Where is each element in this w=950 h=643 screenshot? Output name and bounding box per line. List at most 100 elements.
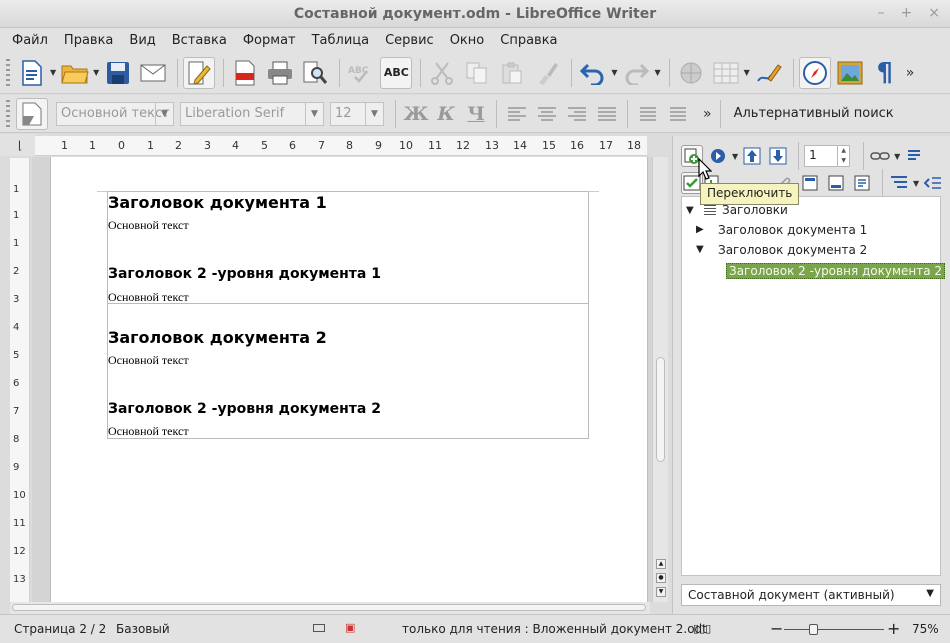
chevron-down-icon[interactable]: ▼ (611, 68, 617, 77)
save-button[interactable] (102, 57, 134, 89)
font-size-select[interactable]: 12 ▼ (330, 101, 384, 126)
tree-node-document-2[interactable]: Заголовок документа 2 (718, 243, 867, 257)
bullets-button[interactable] (663, 100, 693, 128)
chevron-down-icon[interactable]: ▼ (744, 68, 750, 77)
page-style[interactable]: Базовый (116, 622, 170, 636)
zoom-slider-knob[interactable] (809, 624, 818, 635)
header-button[interactable] (799, 172, 821, 194)
menu-window[interactable]: Окно (442, 33, 493, 48)
previous-item-button[interactable] (741, 145, 763, 167)
collapse-icon[interactable]: ▼ (686, 205, 694, 216)
page-number-spinner[interactable]: 1 ▲ ▼ (804, 145, 851, 167)
modified-icon[interactable]: ▣ (345, 621, 355, 634)
new-document-button[interactable] (16, 57, 48, 89)
collapse-icon[interactable]: ▼ (696, 244, 704, 255)
vertical-ruler[interactable]: 1 1 1 2 3 4 5 6 7 8 9 10 11 12 13 (10, 158, 30, 602)
align-left-button[interactable] (502, 100, 532, 128)
next-item-button[interactable] (767, 145, 789, 167)
clone-formatting-button[interactable] (531, 57, 563, 89)
chevron-down-icon[interactable]: ▼ (305, 102, 323, 125)
maximize-button[interactable]: + (901, 5, 913, 21)
paragraph-style-select[interactable]: Основной текст ▼ (56, 101, 174, 126)
list-box-button[interactable] (903, 145, 925, 167)
insert-table-button[interactable] (710, 57, 742, 89)
redo-button[interactable] (620, 57, 652, 89)
close-button[interactable]: × (928, 5, 940, 21)
chevron-down-icon[interactable]: ▼ (155, 102, 173, 125)
draw-functions-button[interactable] (753, 57, 785, 89)
bold-button[interactable]: Ж (401, 100, 431, 128)
more-options-icon[interactable]: » (906, 65, 915, 81)
zoom-slider[interactable] (784, 629, 884, 630)
chevron-down-icon[interactable]: ▼ (50, 68, 56, 77)
font-name-select[interactable]: Liberation Serif ▼ (180, 101, 324, 126)
horizontal-scrollbar[interactable] (10, 602, 650, 614)
navigator-button[interactable] (798, 56, 831, 89)
promote-button[interactable] (922, 172, 944, 194)
justify-button[interactable] (592, 100, 622, 128)
menu-table[interactable]: Таблица (304, 33, 378, 48)
chevron-down-icon[interactable]: ▼ (926, 588, 934, 599)
copy-button[interactable] (461, 57, 493, 89)
next-page-icon[interactable]: ▼ (656, 587, 666, 597)
menu-insert[interactable]: Вставка (164, 33, 235, 48)
chevron-down-icon[interactable]: ▼ (365, 102, 383, 125)
tree-node-headings[interactable]: Заголовки (722, 203, 788, 217)
open-button[interactable] (59, 57, 91, 89)
document-view[interactable]: Заголовок документа 1 Основной текст Заг… (32, 157, 652, 602)
cut-button[interactable] (426, 57, 458, 89)
print-preview-button[interactable] (299, 57, 331, 89)
styles-button[interactable] (16, 97, 48, 130)
gallery-button[interactable] (834, 57, 866, 89)
tree-node-document-1[interactable]: Заголовок документа 1 (718, 223, 867, 237)
menu-format[interactable]: Формат (235, 33, 304, 48)
spellcheck-button[interactable]: ABC (345, 57, 377, 89)
zoom-out-icon[interactable]: − (770, 619, 783, 638)
zoom-level[interactable]: 75% (912, 622, 939, 636)
spin-arrows-icon[interactable]: ▲ ▼ (837, 146, 849, 166)
print-button[interactable] (264, 57, 296, 89)
align-right-button[interactable] (562, 100, 592, 128)
anchor-button[interactable] (851, 172, 873, 194)
chevron-down-icon[interactable]: ▼ (894, 152, 900, 161)
edit-mode-button[interactable] (183, 56, 216, 89)
previous-page-icon[interactable]: ▲ (656, 559, 666, 569)
toolbar-grip[interactable] (6, 99, 10, 128)
italic-button[interactable]: К (431, 100, 461, 128)
menu-file[interactable]: Файл (4, 33, 56, 48)
tree-node-document-2-subheading[interactable]: Заголовок 2 -уровня документа 2 (726, 263, 946, 279)
scrollbar-thumb[interactable] (12, 604, 646, 611)
export-pdf-button[interactable] (229, 57, 261, 89)
insert-mode-icon[interactable] (313, 624, 325, 632)
alternative-search-label[interactable]: Альтернативный поиск (734, 106, 894, 121)
minimize-button[interactable]: – (878, 5, 885, 21)
vertical-scrollbar[interactable]: ▲ ● ▼ (652, 157, 668, 602)
expand-icon[interactable]: ▶ (696, 224, 704, 235)
tab-stop-icon[interactable]: ⌊ (18, 139, 22, 152)
horizontal-ruler[interactable]: 1 1 0 1 2 3 4 5 6 7 8 9 10 11 12 13 14 1… (35, 136, 647, 156)
formatting-marks-button[interactable]: ¶ (869, 57, 901, 89)
document-page[interactable]: Заголовок документа 1 Основной текст Заг… (50, 157, 648, 602)
more-options-icon[interactable]: » (703, 106, 712, 122)
chevron-down-icon[interactable]: ▼ (93, 68, 99, 77)
navigation-icon[interactable]: ● (656, 573, 666, 583)
single-page-view-icon[interactable]: ▯▯▯ (693, 622, 711, 635)
menu-edit[interactable]: Правка (56, 33, 121, 48)
underline-button[interactable]: Ч (461, 100, 491, 128)
menu-tools[interactable]: Сервис (377, 33, 442, 48)
page-indicator[interactable]: Страница 2 / 2 (14, 622, 106, 636)
chevron-down-icon[interactable]: ▼ (913, 179, 919, 188)
menu-view[interactable]: Вид (121, 33, 163, 48)
chevron-down-icon[interactable]: ▼ (654, 68, 660, 77)
undo-button[interactable] (577, 57, 609, 89)
scrollbar-thumb[interactable] (656, 357, 665, 462)
menu-help[interactable]: Справка (492, 33, 565, 48)
email-button[interactable] (137, 57, 169, 89)
document-select[interactable]: Составной документ (активный) ▼ (681, 584, 941, 606)
navigator-tree[interactable]: ▼ Заголовки ▶ Заголовок документа 1 ▼ За… (681, 196, 946, 576)
numbering-button[interactable] (633, 100, 663, 128)
autospellcheck-button[interactable]: ABC (380, 56, 413, 89)
paste-button[interactable] (496, 57, 528, 89)
navigator-globe-button[interactable] (675, 57, 707, 89)
heading-levels-button[interactable] (888, 172, 910, 194)
